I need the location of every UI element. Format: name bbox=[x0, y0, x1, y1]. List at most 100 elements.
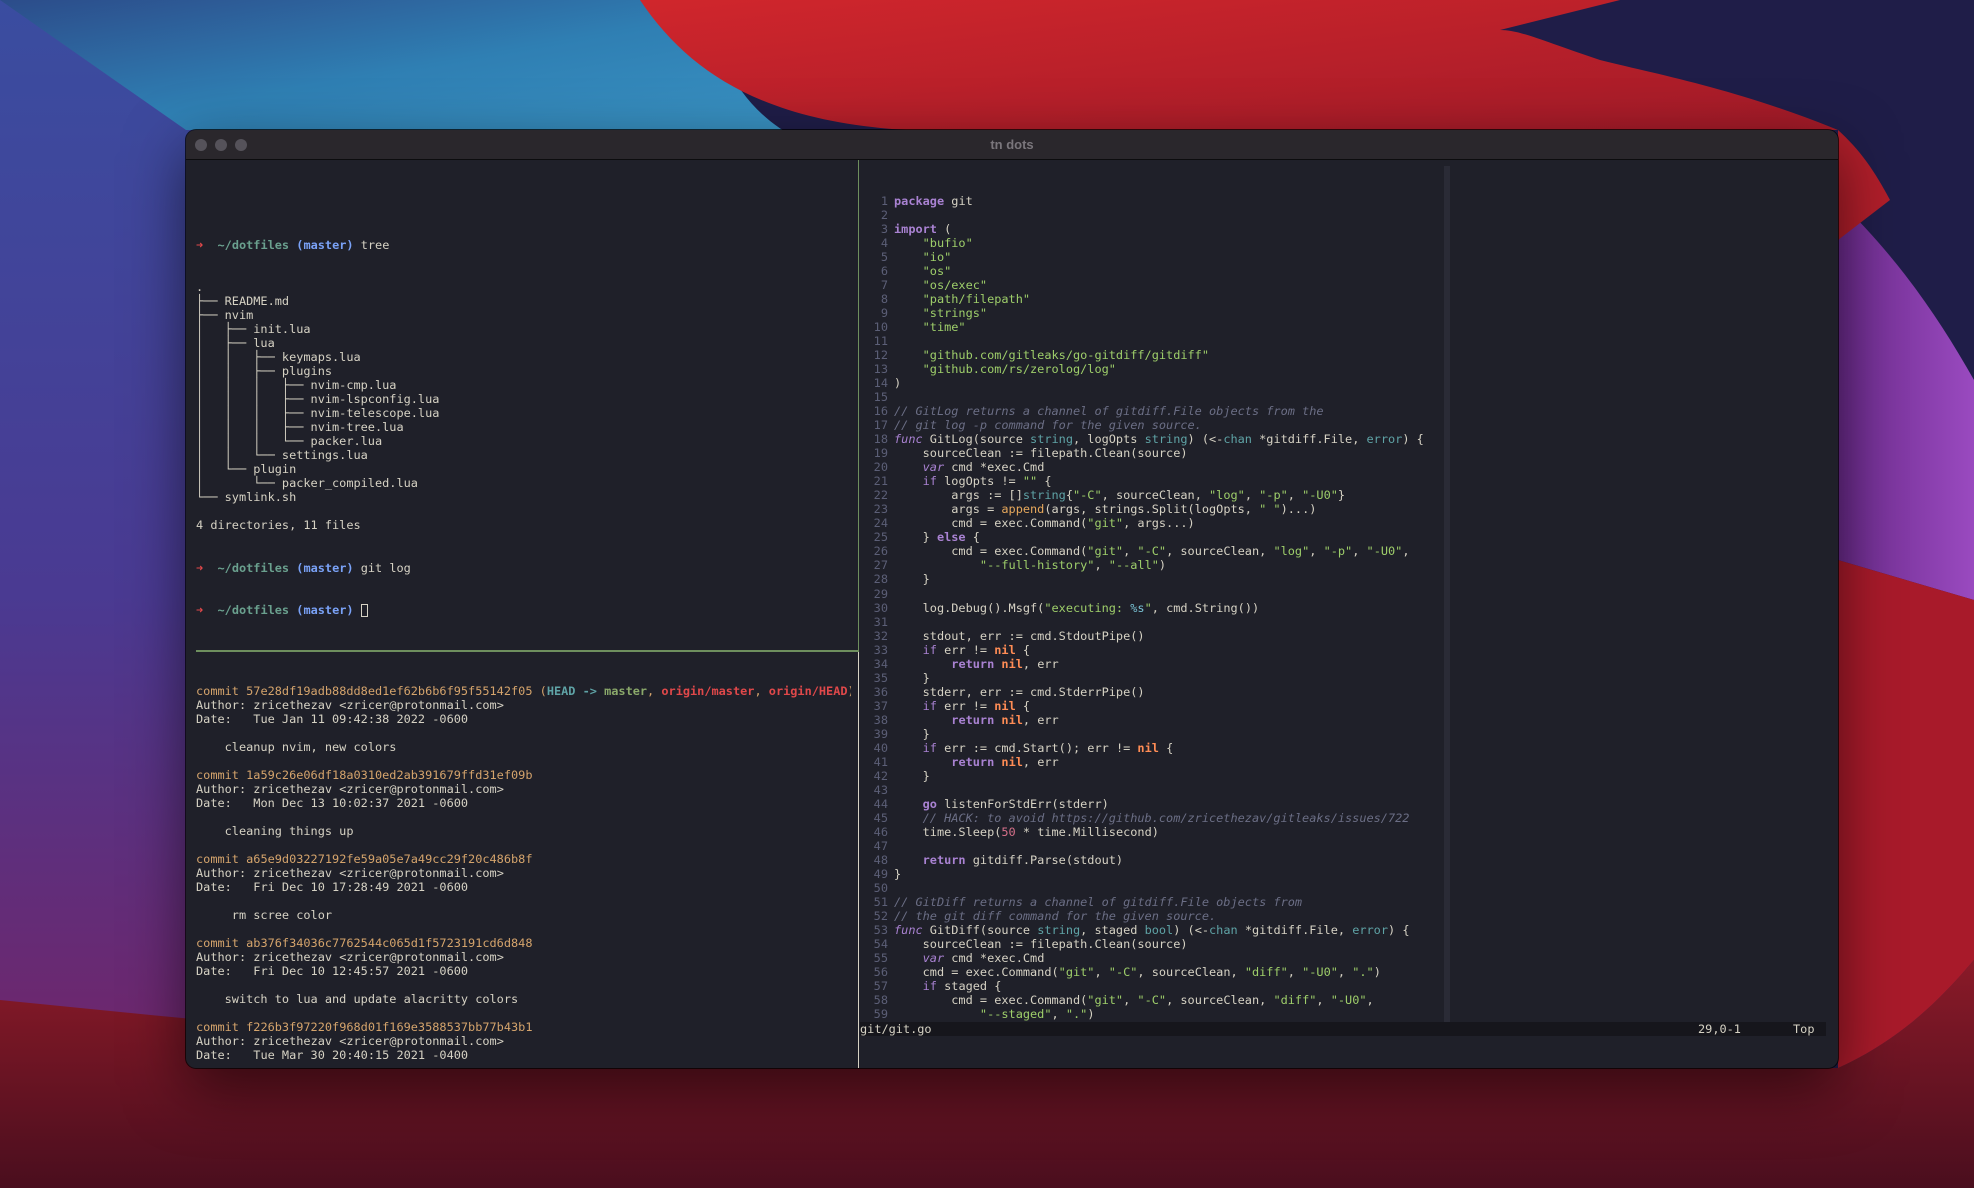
pane-divider-horizontal[interactable] bbox=[196, 650, 858, 652]
code-text: var cmd *exec.Cmd bbox=[888, 951, 1045, 965]
code-line[interactable]: 50 bbox=[860, 881, 1838, 895]
code-line[interactable]: 18 func GitLog(source string, logOpts str… bbox=[860, 432, 1838, 446]
code-token: , sourceClean, bbox=[1101, 488, 1210, 503]
minimize-button[interactable] bbox=[215, 139, 227, 151]
code-line[interactable]: 1 package git bbox=[860, 194, 1838, 208]
code-line[interactable]: 32 stdout, err := cmd.StdoutPipe() bbox=[860, 629, 1838, 643]
code-token: sourceClean := filepath.Clean(source) bbox=[894, 936, 1188, 951]
code-line[interactable]: 46 time.Sleep(50 * time.Millisecond) bbox=[860, 825, 1838, 839]
code-line[interactable]: 11 bbox=[860, 334, 1838, 348]
code-line[interactable]: 34 return nil, err bbox=[860, 657, 1838, 671]
code-line[interactable]: 35 } bbox=[860, 671, 1838, 685]
code-line[interactable]: 57 if staged { bbox=[860, 979, 1838, 993]
code-line[interactable]: 47 bbox=[860, 839, 1838, 853]
code-line[interactable]: 39 } bbox=[860, 727, 1838, 741]
code-line[interactable]: 20 var cmd *exec.Cmd bbox=[860, 460, 1838, 474]
code-line[interactable]: 15 bbox=[860, 390, 1838, 404]
code-line[interactable]: 3 import ( bbox=[860, 222, 1838, 236]
code-line[interactable]: 7 "os/exec" bbox=[860, 278, 1838, 292]
code-line[interactable]: 45 // HACK: to avoid https://github.com/… bbox=[860, 811, 1838, 825]
code-line[interactable]: 44 go listenForStdErr(stderr) bbox=[860, 797, 1838, 811]
code-line[interactable]: 26 cmd = exec.Command("git", "-C", sourc… bbox=[860, 544, 1838, 558]
code-line[interactable]: 38 return nil, err bbox=[860, 713, 1838, 727]
code-line[interactable]: 10 "time" bbox=[860, 320, 1838, 334]
code-line[interactable]: 42 } bbox=[860, 769, 1838, 783]
code-line[interactable]: 14) bbox=[860, 376, 1838, 390]
line-number: 40 bbox=[873, 740, 888, 755]
code-line[interactable]: 5 "io" bbox=[860, 250, 1838, 264]
prompt-arrow-icon: ➜ bbox=[196, 238, 204, 253]
code-token: , staged bbox=[1080, 922, 1145, 937]
code-text: sourceClean := filepath.Clean(source) bbox=[888, 446, 1188, 460]
code-token: import bbox=[894, 222, 937, 237]
code-line[interactable]: 52 // the git diff command for the given … bbox=[860, 909, 1838, 923]
code-line[interactable]: 19 sourceClean := filepath.Clean(source) bbox=[860, 446, 1838, 460]
code-line[interactable]: 59 "--staged", ".") bbox=[860, 1007, 1838, 1021]
code-line[interactable]: 37 if err != nil { bbox=[860, 699, 1838, 713]
code-line[interactable]: 23 args = append(args, strings.Split(log… bbox=[860, 502, 1838, 516]
code-line[interactable]: 43 bbox=[860, 783, 1838, 797]
code-line[interactable]: 2 bbox=[860, 208, 1838, 222]
code-line[interactable]: 9 "strings" bbox=[860, 306, 1838, 320]
code-line[interactable]: 58 cmd = exec.Command("git", "-C", sourc… bbox=[860, 993, 1838, 1007]
code-text: cmd = exec.Command("git", args...) bbox=[888, 516, 1194, 530]
code-line[interactable]: 24 cmd = exec.Command("git", args...) bbox=[860, 516, 1838, 530]
code-line[interactable]: 55 var cmd *exec.Cmd bbox=[860, 951, 1838, 965]
code-line[interactable]: 22 args := []string{"-C", sourceClean, "… bbox=[860, 488, 1838, 502]
line-number: 9 bbox=[880, 306, 888, 321]
code-token: { bbox=[1015, 698, 1031, 713]
prompt-line-active[interactable]: ➜ ~/dotfiles (master) bbox=[196, 603, 851, 617]
line-number: 20 bbox=[873, 460, 888, 475]
code-line[interactable]: 30 log.Debug().Msgf("executing: %s", cmd… bbox=[860, 601, 1838, 615]
code-line[interactable]: 33 if err != nil { bbox=[860, 643, 1838, 657]
code-line[interactable]: 8 "path/filepath" bbox=[860, 292, 1838, 306]
code-line[interactable]: 31 bbox=[860, 615, 1838, 629]
date-label: Date: bbox=[196, 712, 232, 727]
code-line[interactable]: 40 if err := cmd.Start(); err != nil { bbox=[860, 741, 1838, 755]
code-line[interactable]: 36 stderr, err := cmd.StderrPipe() bbox=[860, 685, 1838, 699]
code-buffer[interactable]: 1 package git 2 3 import (4 "bufio" 5 "io" 6 "… bbox=[860, 194, 1838, 1036]
code-token: else bbox=[936, 530, 966, 545]
title-bar[interactable]: tn dots bbox=[186, 130, 1838, 160]
code-line[interactable]: 6 "os" bbox=[860, 264, 1838, 278]
code-line[interactable]: 49} bbox=[860, 867, 1838, 881]
close-button[interactable] bbox=[195, 139, 207, 151]
line-number: 3 bbox=[880, 222, 888, 237]
line-number: 14 bbox=[873, 376, 888, 391]
shell-pane[interactable]: ➜ ~/dotfiles (master) tree . ├── README.m… bbox=[196, 168, 851, 624]
code-line[interactable]: 29 bbox=[860, 587, 1838, 601]
editor-pane[interactable]: 1 package git 2 3 import (4 "bufio" 5 "io" 6 "… bbox=[860, 166, 1838, 1036]
git-log-pane[interactable]: commit 57e28df19adb88dd8ed1ef62b6b6f95f5… bbox=[196, 656, 851, 1064]
code-token: err != bbox=[936, 698, 995, 713]
code-token: { bbox=[1015, 642, 1031, 657]
code-line[interactable]: 41 return nil, err bbox=[860, 755, 1838, 769]
line-number: 44 bbox=[873, 796, 888, 811]
code-line[interactable]: 13 "github.com/rs/zerolog/log" bbox=[860, 362, 1838, 376]
code-line[interactable]: 27 "--full-history", "--all") bbox=[860, 558, 1838, 572]
tree-line: │ │ └── settings.lua bbox=[196, 448, 368, 463]
zoom-button[interactable] bbox=[235, 139, 247, 151]
code-text: return gitdiff.Parse(stdout) bbox=[888, 853, 1123, 867]
code-line[interactable]: 28 } bbox=[860, 572, 1838, 586]
code-text: } else { bbox=[888, 530, 980, 544]
code-line[interactable]: 17 // git log -p command for the given so… bbox=[860, 418, 1838, 432]
code-line[interactable]: 4 "bufio" bbox=[860, 236, 1838, 250]
line-number: 25 bbox=[873, 530, 888, 545]
code-text: } bbox=[888, 727, 930, 741]
code-line[interactable]: 25 } else { bbox=[860, 530, 1838, 544]
code-line[interactable]: 54 sourceClean := filepath.Clean(source) bbox=[860, 937, 1838, 951]
code-line[interactable]: 16 // GitLog returns a channel of gitdiff… bbox=[860, 404, 1838, 418]
code-line[interactable]: 12 "github.com/gitleaks/go-gitdiff/gitdi… bbox=[860, 348, 1838, 362]
code-line[interactable]: 56 cmd = exec.Command("git", "-C", sourc… bbox=[860, 965, 1838, 979]
command-text: tree bbox=[360, 238, 390, 253]
code-line[interactable]: 53 func GitDiff(source string, staged boo… bbox=[860, 923, 1838, 937]
code-token: stderr, err := cmd.StderrPipe() bbox=[894, 684, 1145, 699]
code-line[interactable]: 48 return gitdiff.Parse(stdout) bbox=[860, 853, 1838, 867]
code-line[interactable]: 21 if logOpts != "" { bbox=[860, 474, 1838, 488]
line-number: 26 bbox=[873, 544, 888, 559]
code-line[interactable]: 51 // GitDiff returns a channel of gitdif… bbox=[860, 895, 1838, 909]
